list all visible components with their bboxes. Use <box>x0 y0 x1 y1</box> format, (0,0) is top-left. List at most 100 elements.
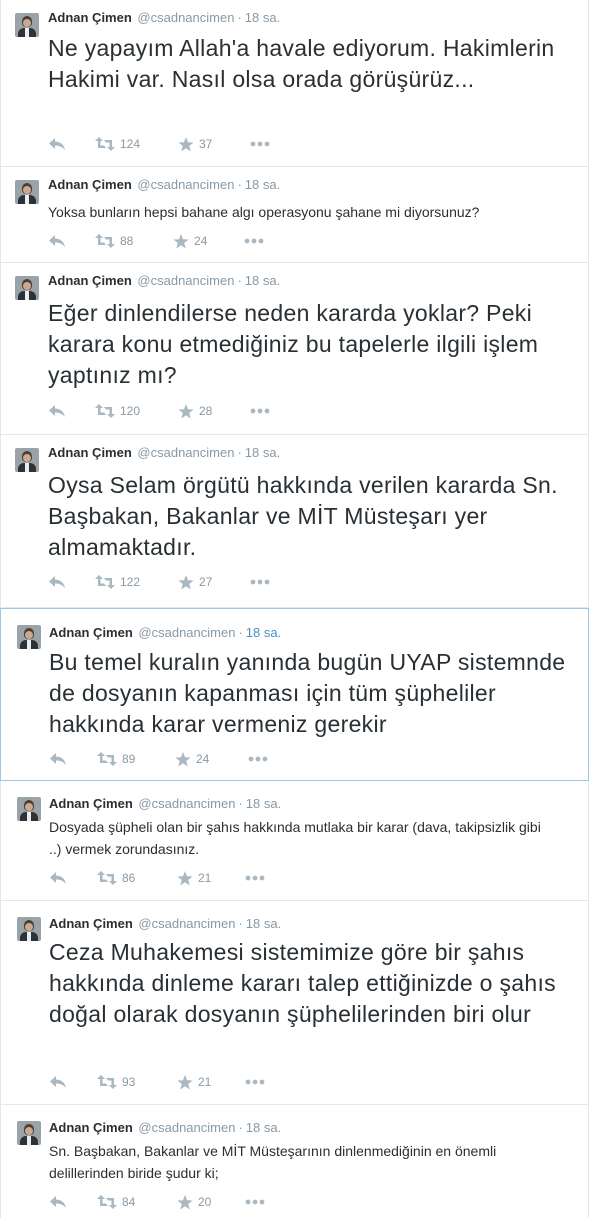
avatar[interactable] <box>17 797 41 821</box>
favorite-button[interactable]: 24 <box>175 750 209 768</box>
favorite-count: 20 <box>198 1195 212 1209</box>
more-icon <box>245 1199 265 1205</box>
reply-icon <box>49 235 65 247</box>
separator-dot: · <box>238 1120 243 1135</box>
more-button[interactable] <box>245 1073 265 1091</box>
separator-dot: · <box>237 445 242 460</box>
retweet-count: 84 <box>122 1195 136 1209</box>
more-button[interactable] <box>248 750 268 768</box>
author-handle[interactable]: @csadnancimen <box>138 625 235 640</box>
reply-button[interactable] <box>48 573 66 591</box>
avatar[interactable] <box>15 276 39 300</box>
author-name[interactable]: Adnan Çimen <box>49 625 133 640</box>
tweet[interactable]: Adnan Çimen @csadnancimen · 18 sa. Sn. Baş… <box>0 1105 589 1218</box>
tweet[interactable]: Adnan Çimen @csadnancimen · 18 sa. Ne yapa… <box>0 0 589 167</box>
tweet-header: Adnan Çimen @csadnancimen · 18 sa. <box>48 10 280 26</box>
tweet-text: Dosyada şüpheli olan bir şahıs hakkında … <box>49 819 541 857</box>
retweet-button[interactable]: 89 <box>97 750 135 768</box>
retweet-button[interactable]: 84 <box>97 1193 135 1211</box>
more-button[interactable] <box>250 135 270 153</box>
avatar[interactable] <box>17 625 41 649</box>
reply-button[interactable] <box>49 1193 67 1211</box>
avatar[interactable] <box>15 180 39 204</box>
retweet-count: 89 <box>122 752 136 766</box>
favorite-button[interactable]: 27 <box>178 573 212 591</box>
star-icon <box>173 233 189 248</box>
author-handle[interactable]: @csadnancimen <box>137 445 234 460</box>
author-name[interactable]: Adnan Çimen <box>49 796 133 811</box>
tweet-focused[interactable]: Adnan Çimen @csadnancimen · 18 sa. Bu teme… <box>0 608 589 781</box>
tweet[interactable]: Adnan Çimen @csadnancimen · 18 sa. Yoksa b… <box>0 167 589 263</box>
more-button[interactable] <box>250 402 270 420</box>
tweet[interactable]: Adnan Çimen @csadnancimen · 18 sa. Eğer di… <box>0 263 589 435</box>
more-button[interactable] <box>245 869 265 887</box>
retweet-icon <box>95 137 115 151</box>
tweet-timestamp[interactable]: 18 sa. <box>246 1120 281 1135</box>
tweet-timestamp[interactable]: 18 sa. <box>245 273 280 288</box>
tweet-timestamp[interactable]: 18 sa. <box>245 177 280 192</box>
author-handle[interactable]: @csadnancimen <box>138 1120 235 1135</box>
favorite-count: 24 <box>194 234 208 248</box>
reply-icon <box>50 872 66 884</box>
more-icon <box>250 579 270 585</box>
avatar[interactable] <box>15 448 39 472</box>
retweet-button[interactable]: 122 <box>95 573 140 591</box>
avatar[interactable] <box>15 13 39 37</box>
tweet-timestamp[interactable]: 18 sa. <box>246 916 281 931</box>
star-icon <box>175 751 191 766</box>
more-button[interactable] <box>245 1193 265 1211</box>
author-name[interactable]: Adnan Çimen <box>49 916 133 931</box>
reply-button[interactable] <box>48 402 66 420</box>
reply-button[interactable] <box>48 135 66 153</box>
avatar[interactable] <box>17 917 41 941</box>
more-button[interactable] <box>244 232 264 250</box>
tweet[interactable]: Adnan Çimen @csadnancimen · 18 sa. Dosyada… <box>0 781 589 901</box>
author-handle[interactable]: @csadnancimen <box>137 273 234 288</box>
more-button[interactable] <box>250 573 270 591</box>
reply-button[interactable] <box>48 232 66 250</box>
tweet[interactable]: Adnan Çimen @csadnancimen · 18 sa. Ceza Mu… <box>0 901 589 1105</box>
retweet-button[interactable]: 124 <box>95 135 140 153</box>
retweet-icon <box>97 871 117 885</box>
star-icon <box>177 870 193 885</box>
retweet-count: 86 <box>122 871 136 885</box>
tweet-header: Adnan Çimen @csadnancimen · 18 sa. <box>49 916 281 932</box>
retweet-button[interactable]: 86 <box>97 869 135 887</box>
favorite-button[interactable]: 21 <box>177 869 211 887</box>
author-handle[interactable]: @csadnancimen <box>138 796 235 811</box>
favorite-button[interactable]: 20 <box>177 1193 211 1211</box>
author-handle[interactable]: @csadnancimen <box>137 177 234 192</box>
retweet-button[interactable]: 88 <box>95 232 133 250</box>
author-name[interactable]: Adnan Çimen <box>48 445 132 460</box>
retweet-button[interactable]: 120 <box>95 402 140 420</box>
retweet-button[interactable]: 93 <box>97 1073 135 1091</box>
retweet-count: 124 <box>120 137 141 151</box>
tweet-text: Yoksa bunların hepsi bahane algı operasy… <box>48 204 480 220</box>
separator-dot: · <box>238 625 243 640</box>
author-handle[interactable]: @csadnancimen <box>137 10 234 25</box>
favorite-button[interactable]: 28 <box>178 402 212 420</box>
tweet-timestamp[interactable]: 18 sa. <box>246 796 281 811</box>
separator-dot: · <box>238 916 243 931</box>
tweet-text: Sn. Başbakan, Bakanlar ve MİT Müsteşarın… <box>49 1143 497 1181</box>
favorite-button[interactable]: 37 <box>178 135 212 153</box>
avatar[interactable] <box>17 1121 41 1145</box>
retweet-icon <box>97 1075 117 1089</box>
tweet-timestamp[interactable]: 18 sa. <box>246 625 281 640</box>
author-name[interactable]: Adnan Çimen <box>48 10 132 25</box>
tweet[interactable]: Adnan Çimen @csadnancimen · 18 sa. Oysa Se… <box>0 435 589 608</box>
star-icon <box>178 136 194 151</box>
author-handle[interactable]: @csadnancimen <box>138 916 235 931</box>
tweet-timestamp[interactable]: 18 sa. <box>245 10 280 25</box>
reply-button[interactable] <box>49 1073 67 1091</box>
author-name[interactable]: Adnan Çimen <box>49 1120 133 1135</box>
reply-button[interactable] <box>49 869 67 887</box>
tweet-timestamp[interactable]: 18 sa. <box>245 445 280 460</box>
favorite-button[interactable]: 21 <box>177 1073 211 1091</box>
author-name[interactable]: Adnan Çimen <box>48 273 132 288</box>
favorite-button[interactable]: 24 <box>173 232 207 250</box>
retweet-count: 122 <box>120 575 141 589</box>
reply-button[interactable] <box>49 750 67 768</box>
author-name[interactable]: Adnan Çimen <box>48 177 132 192</box>
reply-icon <box>50 1196 66 1208</box>
